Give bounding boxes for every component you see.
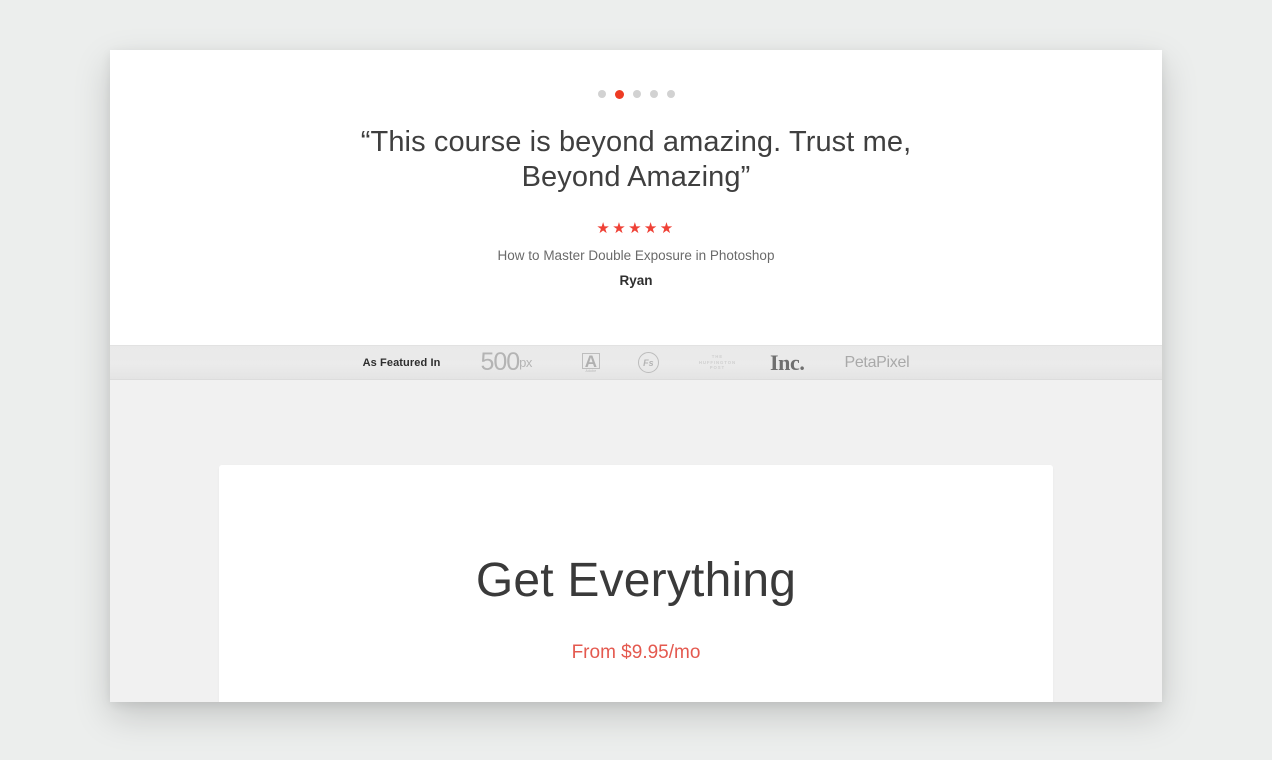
pricing-price: From $9.95/mo [571, 642, 701, 664]
huffington-post-line-3: POST [709, 365, 726, 371]
screenshot-root: “This course is beyond amazing. Trust me… [0, 0, 1272, 760]
500px-logo-text: 500 [480, 348, 520, 376]
pricing-card: Get Everything From $9.95/mo Unlimited a… [219, 465, 1053, 702]
petapixel-logo: PetaPixel [844, 353, 910, 371]
rating-stars: ★★★★★ [596, 220, 676, 237]
adobe-logo: A Adobe [580, 352, 602, 374]
carousel-dots[interactable] [110, 87, 1162, 101]
huffington-post-logo: THE HUFFINGTON POST [699, 354, 736, 371]
500px-logo: 500 px [480, 348, 532, 376]
testimonial-course-title: How to Master Double Exposure in Photosh… [497, 248, 775, 263]
browser-window: “This course is beyond amazing. Trust me… [110, 50, 1162, 702]
carousel-dot-2-active[interactable] [614, 89, 624, 99]
testimonial-reviewer-name: Ryan [619, 273, 653, 288]
testimonial-section: “This course is beyond amazing. Trust me… [110, 50, 1162, 345]
quote-line-2: Beyond Amazing” [521, 161, 751, 193]
quote-line-1: “This course is beyond amazing. Trust me… [360, 126, 912, 158]
adobe-logo-mark: A [581, 352, 601, 370]
fstoppers-logo: Fs [637, 352, 659, 373]
page-body: Get Everything From $9.95/mo Unlimited a… [110, 380, 1162, 702]
500px-logo-superscript: px [519, 355, 532, 370]
pricing-heading: Get Everything [475, 554, 797, 608]
carousel-dot-4[interactable] [649, 90, 658, 98]
carousel-dot-5[interactable] [666, 90, 675, 98]
inc-logo: Inc. [769, 349, 805, 375]
featured-in-bar: As Featured In 500 px A Adobe Fs THE HUFF… [110, 345, 1162, 380]
carousel-dot-1[interactable] [597, 90, 606, 98]
featured-in-label: As Featured In [362, 356, 441, 369]
testimonial-spacer [110, 289, 1162, 345]
carousel-dot-3[interactable] [632, 90, 641, 98]
testimonial-quote: “This course is beyond amazing. Trust me… [326, 125, 946, 195]
adobe-logo-word: Adobe [585, 368, 597, 373]
